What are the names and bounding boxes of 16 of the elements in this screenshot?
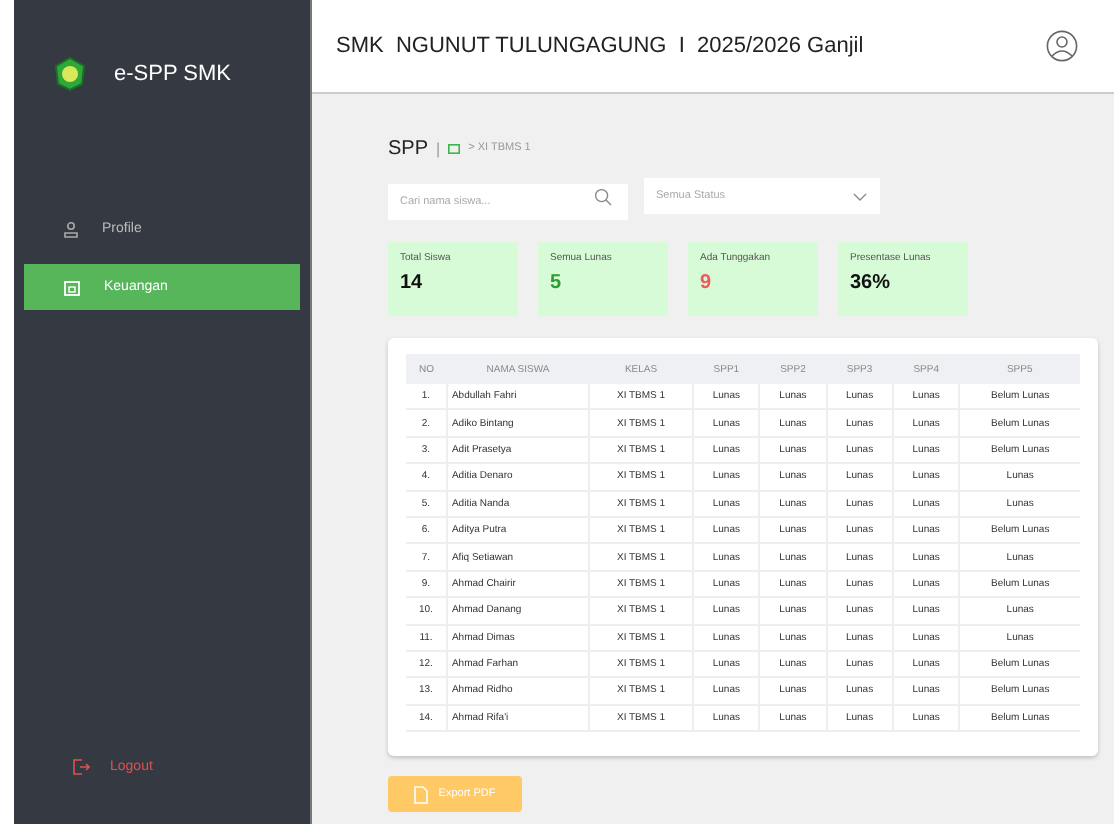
stat-value: 36% (850, 272, 893, 294)
logout-icon (72, 758, 90, 776)
class-icon (448, 143, 461, 153)
stat-value: 5 (550, 272, 564, 294)
app-title: e-SPP SMK (114, 62, 231, 86)
search-icon (594, 187, 612, 205)
page-title: SPP (388, 137, 429, 159)
user-avatar-icon[interactable] (1046, 30, 1078, 62)
chevron-down-icon (852, 191, 868, 201)
stat-value: 9 (700, 272, 714, 294)
person-icon (64, 221, 78, 237)
stat-value: 14 (400, 272, 425, 294)
document-icon (414, 785, 429, 804)
school-title: SMK NGUNUT TULUNGAGUNG I 2025/2026 Ganjil (336, 34, 864, 58)
title-separator: | (436, 139, 441, 157)
school-logo-icon (54, 56, 86, 92)
